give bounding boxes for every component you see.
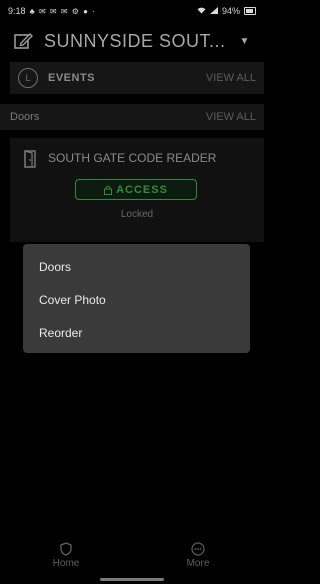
battery-percent: 94% <box>221 6 240 16</box>
more-icon <box>191 542 205 556</box>
events-view-all[interactable]: VIEW ALL <box>206 72 256 84</box>
notification-icons: ♣ ✉ ✉ ✉ ⚙ ● · <box>29 6 96 16</box>
events-card: L EVENTS VIEW ALL <box>10 62 264 94</box>
door-icon <box>24 150 38 168</box>
nav-home[interactable]: Home <box>26 542 106 569</box>
doors-label: Doors <box>10 111 40 123</box>
home-indicator <box>100 578 164 581</box>
doors-header: Doors VIEW ALL <box>0 104 264 130</box>
menu-item-doors[interactable]: Doors <box>23 250 250 283</box>
clock-icon: L <box>18 68 38 88</box>
access-button[interactable]: ACCESS <box>75 179 197 200</box>
door-state: Locked <box>120 209 154 220</box>
door-name: SOUTH GATE CODE READER <box>48 151 217 165</box>
battery-icon <box>244 7 256 15</box>
nav-more[interactable]: More <box>158 542 238 569</box>
nav-home-label: Home <box>52 558 80 569</box>
doors-view-all[interactable]: VIEW ALL <box>206 111 256 123</box>
menu-item-reorder[interactable]: Reorder <box>23 316 250 349</box>
status-right: 94% <box>197 6 256 16</box>
status-bar: 9:18 ♣ ✉ ✉ ✉ ⚙ ● · 94% <box>0 0 264 22</box>
menu-item-cover-photo[interactable]: Cover Photo <box>23 283 250 316</box>
signal-icon <box>209 6 218 16</box>
lock-icon <box>104 185 113 195</box>
site-title[interactable]: SUNNYSIDE SOUT... <box>44 31 226 52</box>
app-header: SUNNYSIDE SOUT... ▼ <box>0 22 264 60</box>
door-card: SOUTH GATE CODE READER ACCESS Locked <box>10 138 264 242</box>
nav-more-label: More <box>186 558 210 569</box>
access-label: ACCESS <box>116 183 168 196</box>
wifi-icon <box>197 6 206 16</box>
chevron-down-icon[interactable]: ▼ <box>240 36 250 47</box>
events-label: EVENTS <box>48 72 96 84</box>
status-time: 9:18 <box>8 6 26 16</box>
shield-icon <box>59 542 73 556</box>
context-menu: Doors Cover Photo Reorder <box>23 244 250 353</box>
edit-icon[interactable] <box>12 30 34 52</box>
status-left: 9:18 ♣ ✉ ✉ ✉ ⚙ ● · <box>8 6 96 16</box>
